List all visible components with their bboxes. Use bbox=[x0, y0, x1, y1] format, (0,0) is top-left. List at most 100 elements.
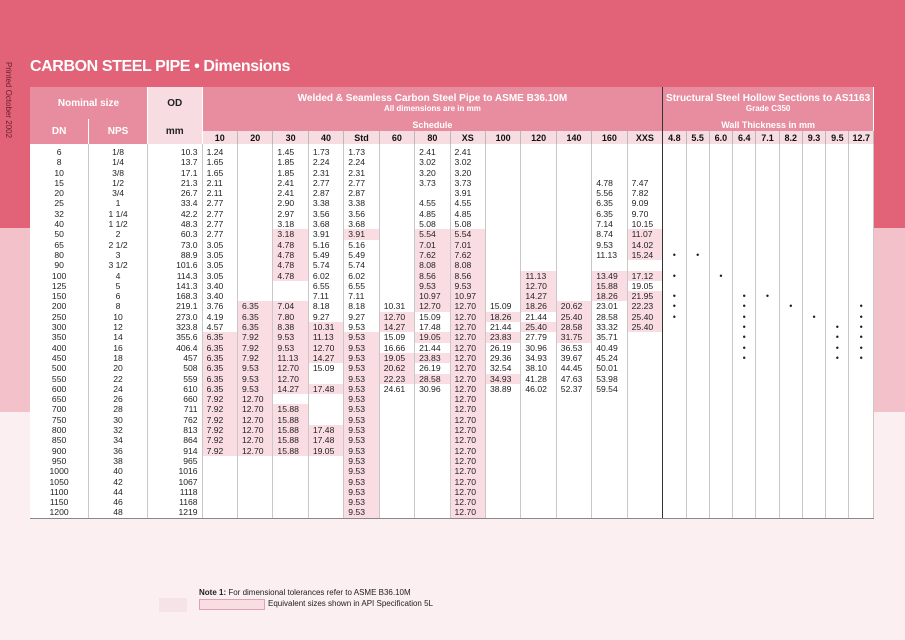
wall-availability-cell bbox=[802, 394, 827, 405]
schedule-thickness-cell: 6.35 bbox=[202, 383, 239, 395]
schedule-thickness-cell bbox=[414, 435, 451, 446]
schedule-thickness-cell bbox=[414, 497, 451, 508]
wall-availability-cell bbox=[802, 219, 827, 230]
wall-availability-cell bbox=[709, 322, 734, 333]
schedule-thickness-cell: 9.09 bbox=[627, 198, 664, 209]
od-cell: 508 bbox=[147, 363, 203, 374]
wall-availability-cell bbox=[802, 144, 827, 158]
schedule-thickness-cell: 5.74 bbox=[343, 260, 380, 271]
schedule-thickness-cell bbox=[272, 394, 309, 405]
wall-availability-cell bbox=[802, 260, 827, 271]
faint-watermark-logo bbox=[159, 598, 187, 612]
table-row: 950 38 965 9.53 12.70 bbox=[30, 455, 874, 467]
wall-availability-cell bbox=[732, 198, 757, 209]
wall-availability-cell bbox=[848, 198, 874, 209]
schedule-thickness-cell bbox=[308, 373, 345, 384]
dn-cell: 500 bbox=[30, 363, 90, 374]
schedule-thickness-cell: 3.76 bbox=[202, 301, 239, 312]
schedule-thickness-cell: 6.35 bbox=[591, 208, 628, 220]
schedule-thickness-cell: 9.53 bbox=[343, 363, 380, 374]
wall-thickness-header: Wall Thickness in mm bbox=[662, 119, 874, 131]
schedule-thickness-cell bbox=[272, 291, 309, 302]
wall-availability-cell bbox=[662, 404, 687, 415]
schedule-thickness-cell bbox=[520, 157, 557, 168]
schedule-thickness-cell bbox=[202, 486, 239, 498]
wall-availability-cell bbox=[848, 260, 874, 271]
wall-availability-cell bbox=[802, 383, 827, 395]
wall-availability-cell bbox=[686, 435, 710, 446]
schedule-thickness-cell: 1.45 bbox=[272, 144, 309, 158]
dn-cell: 6 bbox=[30, 144, 90, 158]
schedule-thickness-cell: 9.53 bbox=[414, 280, 451, 292]
wall-availability-cell bbox=[732, 373, 757, 384]
schedule-thickness-cell: 9.53 bbox=[343, 352, 380, 364]
schedule-thickness-cell: 6.55 bbox=[343, 280, 380, 292]
schedule-thickness-cell bbox=[308, 455, 345, 467]
wall-availability-cell bbox=[802, 188, 827, 199]
schedule-thickness-cell bbox=[414, 188, 451, 199]
wall-availability-cell bbox=[779, 486, 803, 498]
schedule-thickness-cell: 14.27 bbox=[379, 322, 416, 333]
dn-cell: 350 bbox=[30, 332, 90, 343]
wall-availability-cell bbox=[779, 229, 803, 240]
schedule-header: Schedule bbox=[202, 119, 664, 131]
structural-title: Structural Steel Hollow Sections to AS11… bbox=[666, 93, 871, 104]
schedule-thickness-cell bbox=[379, 198, 416, 209]
schedule-thickness-cell: 2.77 bbox=[343, 177, 380, 189]
schedule-thickness-cell: 3.05 bbox=[202, 270, 239, 281]
wall-availability-cell bbox=[662, 476, 687, 487]
schedule-thickness-cell: 32.54 bbox=[485, 363, 522, 374]
wall-availability-cell bbox=[662, 455, 687, 467]
schedule-thickness-cell: 6.35 bbox=[237, 311, 274, 323]
schedule-thickness-cell: 12.70 bbox=[450, 301, 486, 312]
schedule-thickness-cell: 2.77 bbox=[202, 208, 239, 220]
schedule-thickness-cell: 3.40 bbox=[202, 291, 239, 302]
schedule-thickness-cell bbox=[627, 507, 664, 519]
table-row: 125 5 141.3 3.40 6.55 6.55 9.53 9.53 12.70 15.88 1… bbox=[30, 280, 874, 292]
wall-availability-cell bbox=[755, 208, 780, 220]
wall-availability-cell bbox=[686, 260, 710, 271]
schedule-thickness-cell: 3.02 bbox=[450, 157, 486, 168]
schedule-thickness-cell: 7.11 bbox=[343, 291, 380, 302]
schedule-thickness-cell bbox=[556, 425, 593, 436]
schedule-thickness-cell: 3.38 bbox=[308, 198, 345, 209]
schedule-thickness-cell bbox=[485, 157, 522, 168]
schedule-thickness-cell: 8.08 bbox=[414, 260, 451, 271]
schedule-thickness-cell: 9.53 bbox=[343, 383, 380, 395]
schedule-thickness-cell: 2.31 bbox=[308, 167, 345, 178]
schedule-thickness-cell bbox=[414, 476, 451, 487]
schedule-col-header: 120 bbox=[520, 131, 557, 144]
schedule-thickness-cell bbox=[520, 260, 557, 271]
wall-availability-cell bbox=[732, 144, 757, 158]
wall-availability-cell bbox=[755, 144, 780, 158]
schedule-thickness-cell bbox=[556, 260, 593, 271]
wall-availability-cell bbox=[662, 466, 687, 477]
schedule-thickness-cell bbox=[379, 466, 416, 477]
nps-cell: 32 bbox=[88, 425, 148, 436]
structural-hollow-header: Structural Steel Hollow Sections to AS11… bbox=[662, 87, 874, 119]
wall-availability-cell bbox=[709, 455, 734, 467]
wall-availability-cell bbox=[802, 425, 827, 436]
schedule-thickness-cell bbox=[520, 445, 557, 456]
schedule-thickness-cell bbox=[556, 188, 593, 199]
schedule-thickness-cell: 14.27 bbox=[520, 291, 557, 302]
dn-cell: 100 bbox=[30, 270, 90, 281]
schedule-thickness-cell bbox=[379, 270, 416, 281]
wall-thickness-col-header: 9.5 bbox=[825, 131, 850, 144]
wall-availability-cell bbox=[779, 507, 803, 519]
schedule-thickness-cell: 6.35 bbox=[202, 342, 239, 353]
schedule-thickness-cell: 3.91 bbox=[308, 229, 345, 240]
wall-availability-cell: • bbox=[732, 311, 757, 323]
wall-availability-cell bbox=[709, 425, 734, 436]
schedule-thickness-cell: 17.48 bbox=[308, 425, 345, 436]
schedule-thickness-cell: 33.32 bbox=[591, 322, 628, 333]
schedule-col-header: 10 bbox=[202, 131, 239, 144]
wall-availability-cell: • bbox=[825, 322, 850, 333]
wall-availability-cell bbox=[662, 219, 687, 230]
schedule-thickness-cell: 25.40 bbox=[520, 322, 557, 333]
wall-availability-cell bbox=[709, 414, 734, 426]
highlight-legend-text: Equivalent sizes shown in API Specificat… bbox=[268, 599, 433, 608]
schedule-thickness-cell: 40.49 bbox=[591, 342, 628, 353]
schedule-thickness-cell bbox=[237, 476, 274, 487]
schedule-thickness-cell: 8.18 bbox=[308, 301, 345, 312]
